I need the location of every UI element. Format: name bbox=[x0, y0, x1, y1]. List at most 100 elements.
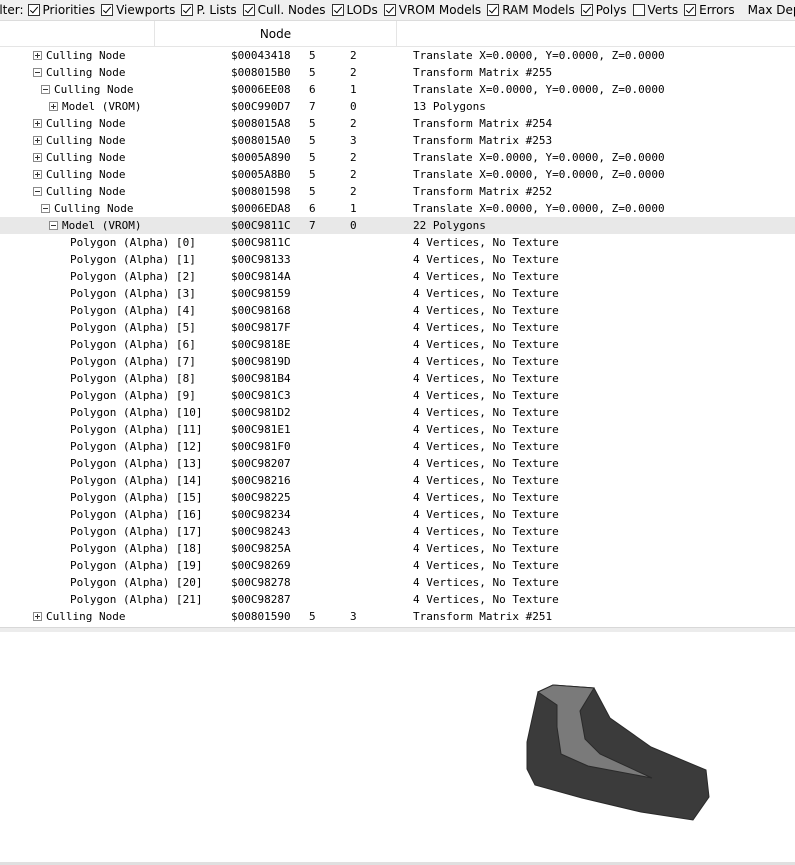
tree-row[interactable]: Polygon (Alpha) [19] $00C98269 4 Vertices,… bbox=[0, 557, 795, 574]
checkbox[interactable] bbox=[487, 4, 500, 16]
tree-row[interactable]: Polygon (Alpha) [10] $00C981D2 4 Vertices,… bbox=[0, 404, 795, 421]
tree-row[interactable]: Polygon (Alpha) [5] $00C9817F 4 Vertices, … bbox=[0, 319, 795, 336]
node-description: 22 Polygons bbox=[413, 219, 486, 232]
tree-row[interactable]: Culling Node $0006EDA8 6 1 Translate X=0.000… bbox=[0, 200, 795, 217]
tree-row[interactable]: Culling Node $0005A890 5 2 Translate X=0.000… bbox=[0, 149, 795, 166]
tree-row[interactable]: Polygon (Alpha) [17] $00C98243 4 Vertices,… bbox=[0, 523, 795, 540]
filter-item-label: Errors bbox=[699, 3, 735, 17]
tree-row[interactable]: Polygon (Alpha) [3] $00C98159 4 Vertices, … bbox=[0, 285, 795, 302]
tree-row[interactable]: Polygon (Alpha) [0] $00C9811C 4 Vertices, … bbox=[0, 234, 795, 251]
tree-row[interactable]: Model (VROM) $00C990D7 7 0 13 Polygons bbox=[0, 98, 795, 115]
tree-row[interactable]: Polygon (Alpha) [18] $00C9825A 4 Vertices,… bbox=[0, 540, 795, 557]
tree-row[interactable]: Polygon (Alpha) [1] $00C98133 4 Vertices, … bbox=[0, 251, 795, 268]
tree-row[interactable]: Culling Node $008015A0 5 3 Transform Matrix … bbox=[0, 132, 795, 149]
node-value-b: 2 bbox=[350, 151, 357, 164]
tree-row[interactable]: Polygon (Alpha) [15] $00C98225 4 Vertices,… bbox=[0, 489, 795, 506]
filter-item-label: VROM Models bbox=[398, 3, 482, 17]
expand-icon[interactable] bbox=[33, 136, 42, 145]
tree-row[interactable]: Culling Node $008015A8 5 2 Transform Matrix … bbox=[0, 115, 795, 132]
checkbox[interactable] bbox=[242, 4, 255, 16]
filter-lods-toggle[interactable]: LODs bbox=[331, 3, 378, 17]
checkbox[interactable] bbox=[331, 4, 344, 16]
node-value-b: 2 bbox=[350, 117, 357, 130]
filter-vrom-models-toggle[interactable]: VROM Models bbox=[383, 3, 482, 17]
node-name: Model (VROM) bbox=[62, 219, 142, 232]
node-description: 13 Polygons bbox=[413, 100, 486, 113]
node-name: Polygon (Alpha) [20] bbox=[70, 576, 203, 589]
filter-errors-toggle[interactable]: Errors bbox=[684, 3, 735, 17]
tree-row[interactable]: Culling Node $008015B0 5 2 Transform Matrix … bbox=[0, 64, 795, 81]
node-address: $0006EE08 bbox=[231, 83, 291, 96]
expand-icon[interactable] bbox=[33, 612, 42, 621]
tree-row[interactable]: Polygon (Alpha) [16] $00C98234 4 Vertices,… bbox=[0, 506, 795, 523]
expand-icon[interactable] bbox=[49, 102, 58, 111]
tree-row[interactable]: Polygon (Alpha) [11] $00C981E1 4 Vertices,… bbox=[0, 421, 795, 438]
checkbox[interactable] bbox=[181, 4, 194, 16]
node-description: Translate X=0.0000, Y=0.0000, Z=0.0000 bbox=[413, 83, 665, 96]
node-description: 4 Vertices, No Texture bbox=[413, 559, 559, 572]
filter-cull-nodes-toggle[interactable]: Cull. Nodes bbox=[242, 3, 326, 17]
checkbox[interactable] bbox=[27, 4, 40, 16]
collapse-icon[interactable] bbox=[33, 187, 42, 196]
checkbox[interactable] bbox=[684, 4, 697, 16]
filter-ram-models-toggle[interactable]: RAM Models bbox=[487, 3, 575, 17]
filter-viewports-toggle[interactable]: Viewports bbox=[101, 3, 175, 17]
filter-p-lists-toggle[interactable]: P. Lists bbox=[181, 3, 237, 17]
tree-row[interactable]: Culling Node $00043418 5 2 Translate X=0.000… bbox=[0, 47, 795, 64]
node-name: Polygon (Alpha) [0] bbox=[70, 236, 196, 249]
expand-icon[interactable] bbox=[33, 51, 42, 60]
tree-row[interactable]: Culling Node $0006EE08 6 1 Translate X=0.000… bbox=[0, 81, 795, 98]
model-viewport[interactable] bbox=[0, 632, 795, 862]
tree-row[interactable]: Polygon (Alpha) [13] $00C98207 4 Vertices,… bbox=[0, 455, 795, 472]
filter-priorities-toggle[interactable]: Priorities bbox=[27, 3, 95, 17]
node-value-a: 5 bbox=[309, 117, 316, 130]
node-description: Transform Matrix #254 bbox=[413, 117, 553, 130]
tree-row[interactable]: Polygon (Alpha) [14] $00C98216 4 Vertices,… bbox=[0, 472, 795, 489]
tree-row[interactable]: Model (VROM) $00C9811C 7 0 22 Polygons bbox=[0, 217, 795, 234]
tree-row[interactable]: Culling Node $0005A8B0 5 2 Translate X=0.000… bbox=[0, 166, 795, 183]
column-header-node[interactable]: Node bbox=[154, 21, 397, 46]
tree-row[interactable]: Culling Node $00801590 5 3 Transform Matrix … bbox=[0, 608, 795, 625]
collapse-icon[interactable] bbox=[33, 68, 42, 77]
tree-row[interactable]: Polygon (Alpha) [6] $00C9818E 4 Vertices, … bbox=[0, 336, 795, 353]
node-address: $00C9811C bbox=[231, 236, 291, 249]
node-description: Translate X=0.0000, Y=0.0000, Z=0.0000 bbox=[413, 168, 665, 181]
expand-icon[interactable] bbox=[33, 153, 42, 162]
tree-row[interactable]: Polygon (Alpha) [7] $00C9819D 4 Vertices, … bbox=[0, 353, 795, 370]
node-address: $008015A8 bbox=[231, 117, 291, 130]
tree-row[interactable]: Polygon (Alpha) [20] $00C98278 4 Vertices,… bbox=[0, 574, 795, 591]
node-address: $00C98269 bbox=[231, 559, 291, 572]
filter-verts-toggle[interactable]: Verts bbox=[632, 3, 678, 17]
checkbox[interactable] bbox=[101, 4, 114, 16]
checkbox[interactable] bbox=[632, 4, 645, 16]
checkbox[interactable] bbox=[383, 4, 396, 16]
tree-row[interactable]: Polygon (Alpha) [8] $00C981B4 4 Vertices, … bbox=[0, 370, 795, 387]
node-address: $0005A8B0 bbox=[231, 168, 291, 181]
max-depth-label: Max Depth: bbox=[747, 3, 795, 17]
checkbox[interactable] bbox=[580, 4, 593, 16]
node-description: 4 Vertices, No Texture bbox=[413, 355, 559, 368]
node-description: 4 Vertices, No Texture bbox=[413, 287, 559, 300]
tree-row[interactable]: Polygon (Alpha) [12] $00C981F0 4 Vertices,… bbox=[0, 438, 795, 455]
node-address: $00C98159 bbox=[231, 287, 291, 300]
node-address: $00043418 bbox=[231, 49, 291, 62]
tree-row[interactable]: Polygon (Alpha) [2] $00C9814A 4 Vertices, … bbox=[0, 268, 795, 285]
display-list-tree[interactable]: Culling Node $00043418 5 2 Translate X=0.000… bbox=[0, 47, 795, 627]
node-address: $00C981E1 bbox=[231, 423, 291, 436]
node-address: $00C9825A bbox=[231, 542, 291, 555]
tree-row[interactable]: Polygon (Alpha) [9] $00C981C3 4 Vertices, … bbox=[0, 387, 795, 404]
collapse-icon[interactable] bbox=[41, 85, 50, 94]
filter-polys-toggle[interactable]: Polys bbox=[580, 3, 627, 17]
node-description: 4 Vertices, No Texture bbox=[413, 236, 559, 249]
collapse-icon[interactable] bbox=[49, 221, 58, 230]
node-address: $00C98287 bbox=[231, 593, 291, 606]
node-address: $00C98207 bbox=[231, 457, 291, 470]
tree-row[interactable]: Culling Node $00801598 5 2 Transform Matrix … bbox=[0, 183, 795, 200]
expand-icon[interactable] bbox=[33, 119, 42, 128]
tree-row[interactable]: Polygon (Alpha) [21] $00C98287 4 Vertices,… bbox=[0, 591, 795, 608]
collapse-icon[interactable] bbox=[41, 204, 50, 213]
node-name: Polygon (Alpha) [4] bbox=[70, 304, 196, 317]
node-description: 4 Vertices, No Texture bbox=[413, 406, 559, 419]
expand-icon[interactable] bbox=[33, 170, 42, 179]
tree-row[interactable]: Polygon (Alpha) [4] $00C98168 4 Vertices, … bbox=[0, 302, 795, 319]
